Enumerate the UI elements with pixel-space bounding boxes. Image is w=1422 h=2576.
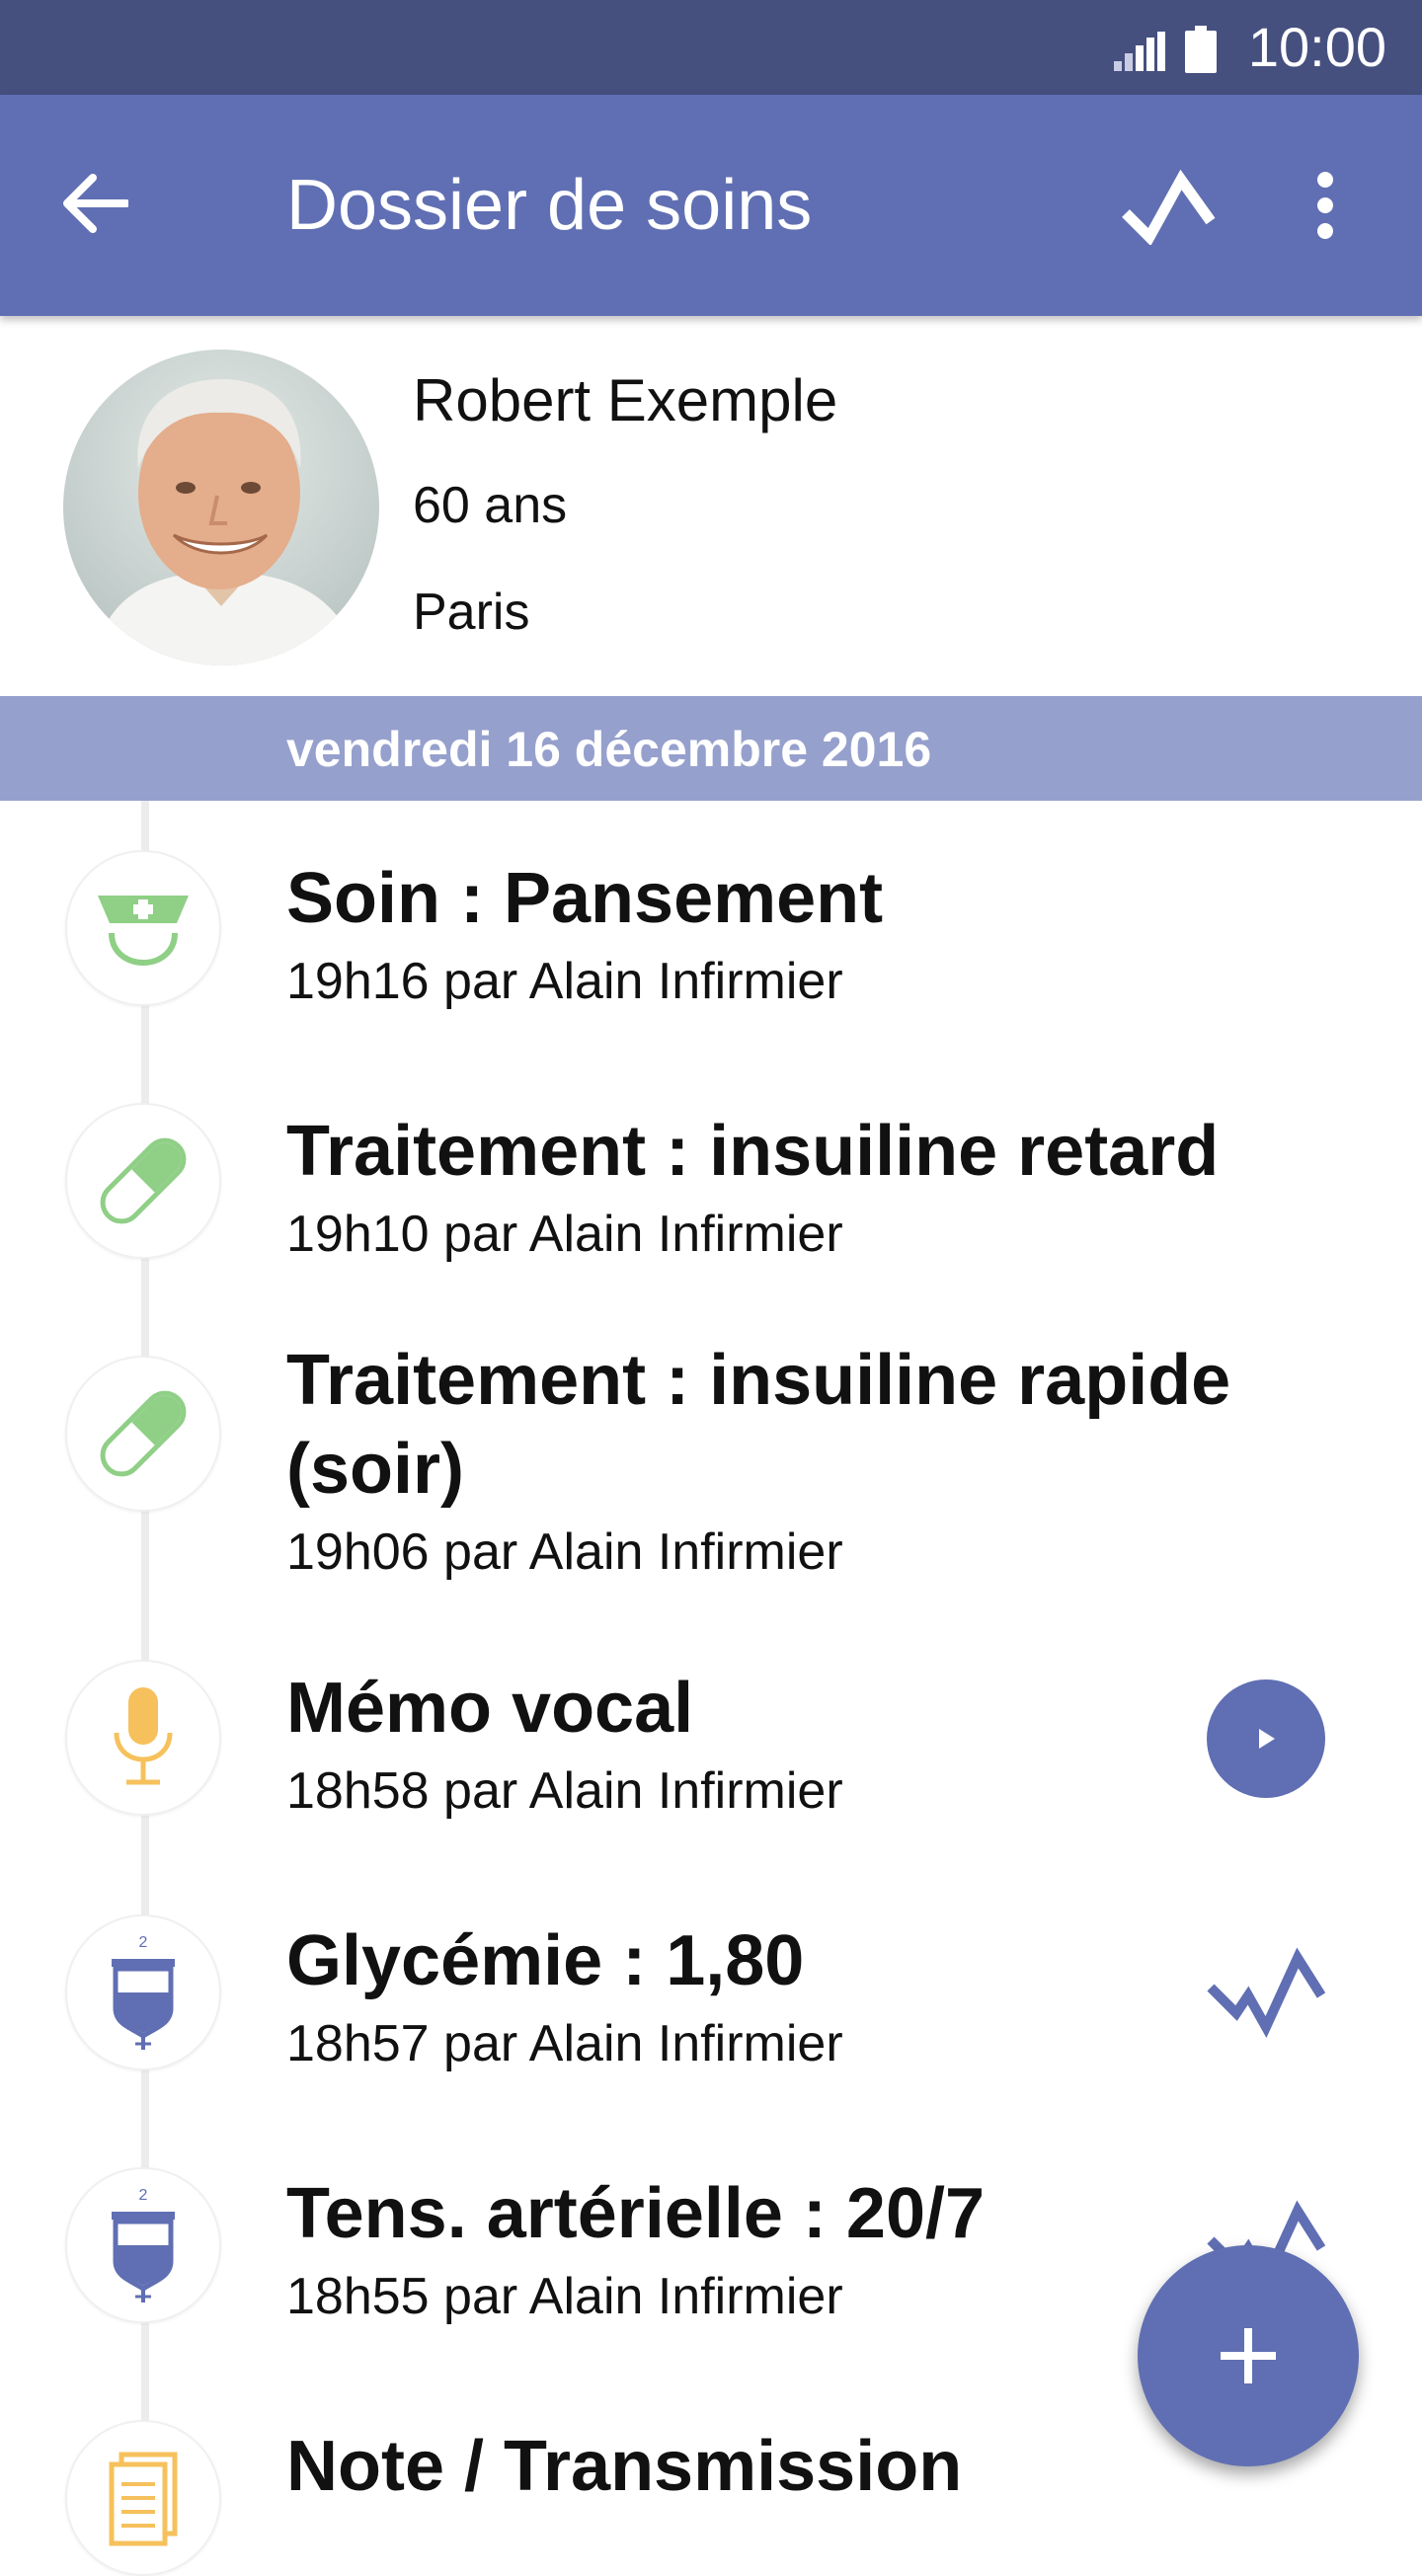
entry-subtitle: 18h57 par Alain Infirmier xyxy=(286,2015,843,2072)
play-button[interactable] xyxy=(1207,1679,1325,1798)
svg-text:2: 2 xyxy=(139,2187,148,2204)
timeline-entry[interactable]: Traitement : insuiline rapide (soir) 19h… xyxy=(0,1306,1422,1652)
document-icon xyxy=(65,2420,221,2576)
svg-text:2: 2 xyxy=(139,1934,148,1951)
status-time: 10:00 xyxy=(1247,16,1386,78)
trend-chart-icon[interactable] xyxy=(1122,166,1217,245)
entry-title: Soin : Pansement xyxy=(286,859,884,938)
timeline-entry[interactable]: Soin : Pansement 19h16 par Alain Infirmi… xyxy=(0,801,1422,1054)
plus-icon xyxy=(1221,2328,1276,2383)
entry-subtitle: 19h16 par Alain Infirmier xyxy=(286,953,843,1010)
app-bar: Dossier de soins xyxy=(0,95,1422,316)
measurement-icon: 2 xyxy=(65,2167,221,2323)
patient-avatar xyxy=(63,350,379,665)
microphone-icon xyxy=(65,1660,221,1816)
entry-title: Traitement : insuiline rapide (soir) xyxy=(286,1341,1231,1509)
measurement-icon: 2 xyxy=(65,1914,221,2070)
entry-title: Mémo vocal xyxy=(286,1669,694,1748)
entry-subtitle: 18h55 par Alain Infirmier xyxy=(286,2268,843,2325)
entry-title: Glycémie : 1,80 xyxy=(286,1921,805,2000)
patient-city: Paris xyxy=(413,584,530,641)
date-header: vendredi 16 décembre 2016 xyxy=(0,696,1422,801)
entry-subtitle: 19h06 par Alain Infirmier xyxy=(286,1523,843,1581)
trend-icon[interactable] xyxy=(1207,1942,1325,2041)
pill-icon xyxy=(65,1356,221,1512)
entry-subtitle: 19h10 par Alain Infirmier xyxy=(286,1206,843,1263)
more-vert-icon[interactable] xyxy=(1313,172,1337,239)
signal-icon xyxy=(1114,32,1165,71)
status-bar: 10:00 xyxy=(0,0,1422,95)
patient-header: Robert Exemple 60 ans Paris xyxy=(0,316,1422,696)
battery-icon xyxy=(1185,26,1217,73)
add-entry-button[interactable] xyxy=(1138,2245,1359,2466)
entry-title: Tens. artérielle : 20/7 xyxy=(286,2174,986,2253)
play-icon xyxy=(1259,1729,1275,1749)
patient-age: 60 ans xyxy=(413,477,568,534)
entry-title: Note / Transmission xyxy=(286,2427,963,2506)
nurse-icon xyxy=(65,850,221,1006)
date-header-label: vendredi 16 décembre 2016 xyxy=(286,722,932,777)
pill-icon xyxy=(65,1103,221,1259)
back-arrow-icon[interactable] xyxy=(61,172,128,235)
timeline-entry[interactable]: 2 Glycémie : 1,80 18h57 par Alain Infirm… xyxy=(0,1905,1422,2157)
timeline-entry[interactable]: Mémo vocal 18h58 par Alain Infirmier xyxy=(0,1652,1422,1905)
entry-title: Traitement : insuiline retard xyxy=(286,1112,1220,1191)
patient-name: Robert Exemple xyxy=(413,367,838,433)
entry-subtitle: 18h58 par Alain Infirmier xyxy=(286,1762,843,1820)
page-title: Dossier de soins xyxy=(286,166,813,245)
timeline-entry[interactable]: Traitement : insuiline retard 19h10 par … xyxy=(0,1054,1422,1306)
